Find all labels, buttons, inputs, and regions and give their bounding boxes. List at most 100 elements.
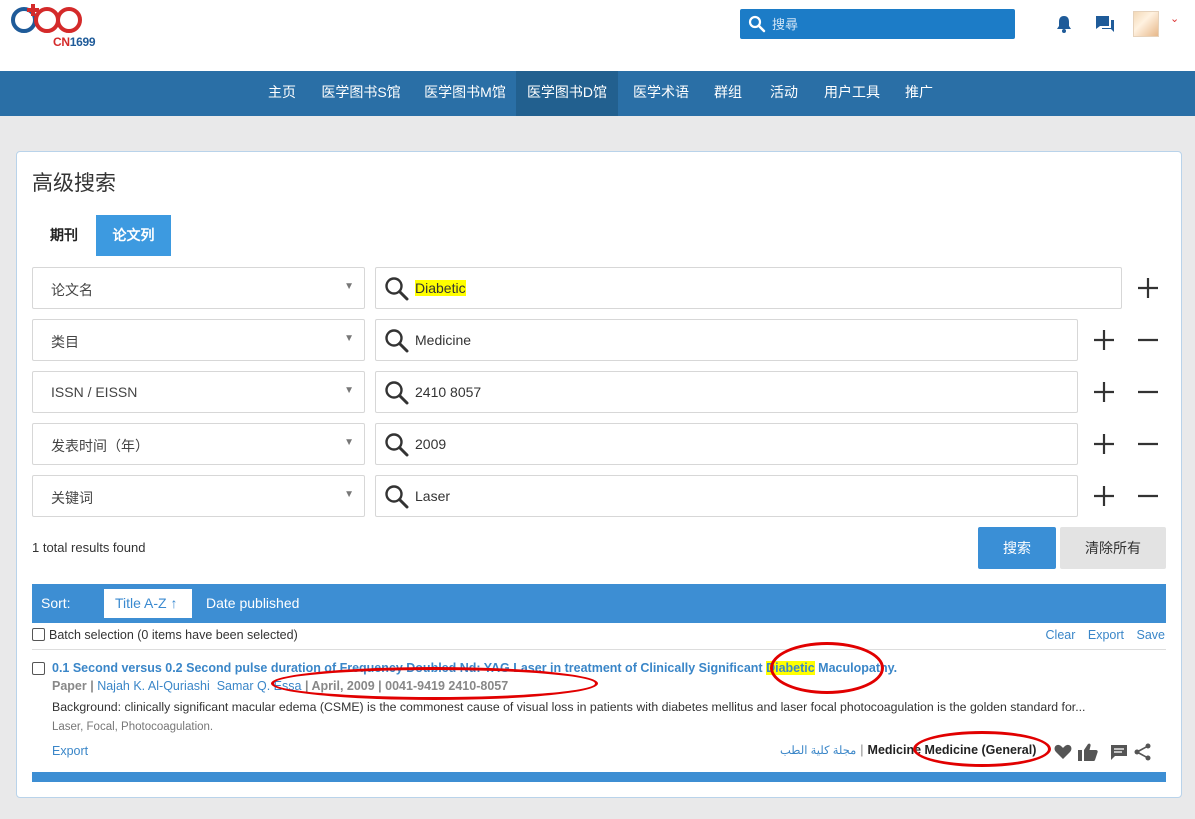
results-count: 1 total results found [32,540,146,555]
batch-checkbox[interactable] [32,628,45,641]
field-select-label: 发表时间（年） [51,438,149,454]
thumbs-up-icon[interactable] [1077,742,1099,762]
result-keywords: Laser, Focal, Photocoagulation. [52,721,214,733]
search-icon [385,329,409,353]
field-select-label: 论文名 [51,282,93,298]
nav-user-tools[interactable]: 用户工具 [817,71,887,116]
add-row-icon[interactable] [1091,379,1117,405]
criteria-row: ISSN / EISSN ▼ 2410 8057 [32,371,1166,413]
field-select[interactable]: ISSN / EISSN ▼ [32,371,365,413]
criteria-row: 关键词 ▼ Laser [32,475,1166,517]
search-icon [385,277,409,301]
bell-icon[interactable] [1055,14,1073,34]
user-avatar[interactable] [1133,11,1159,37]
add-row-icon[interactable] [1091,431,1117,457]
criteria-row: 发表时间（年） ▼ 2009 [32,423,1166,465]
field-select[interactable]: 论文名 ▼ [32,267,365,309]
main-nav: 主页 医学图书S馆 医学图书M馆 医学图书D馆 医学术语 群组 活动 用户工具 … [0,71,1195,116]
arrow-up-icon: ↑ [170,595,178,611]
save-link[interactable]: Save [1137,628,1166,642]
remove-row-icon[interactable] [1135,327,1161,353]
criteria-row: 类目 ▼ Medicine [32,319,1166,361]
search-icon [385,485,409,509]
criteria-input[interactable]: Diabetic [375,267,1122,309]
results-bottom-bar [32,772,1166,782]
field-select[interactable]: 类目 ▼ [32,319,365,361]
remove-row-icon[interactable] [1135,379,1161,405]
annotation-ellipse [913,731,1051,767]
criteria-value: Diabetic [415,280,466,296]
field-select-label: 关键词 [51,490,93,506]
add-row-icon[interactable] [1135,275,1161,301]
field-select-label: ISSN / EISSN [51,384,138,400]
global-search[interactable] [740,9,1015,39]
global-search-input[interactable] [772,13,1007,35]
sort-label: Sort: [41,595,71,611]
page-title: 高级搜索 [32,172,116,195]
field-select[interactable]: 关键词 ▼ [32,475,365,517]
export-link[interactable]: Export [1088,628,1124,642]
criteria-input[interactable]: 2410 8057 [375,371,1078,413]
tab-journal[interactable]: 期刊 [33,215,95,256]
tab-papers[interactable]: 论文列 [96,215,171,256]
criteria-input[interactable]: Medicine [375,319,1078,361]
annotation-ellipse [271,667,598,700]
nav-home[interactable]: 主页 [258,71,306,116]
criteria-input[interactable]: 2009 [375,423,1078,465]
nav-events[interactable]: 活动 [762,71,806,116]
search-button[interactable]: 搜索 [978,527,1056,569]
site-logo[interactable]: CN1699 [10,2,96,50]
add-row-icon[interactable] [1091,483,1117,509]
share-icon[interactable] [1133,742,1153,762]
batch-actions: Clear Export Save [1037,628,1165,642]
nav-library-m[interactable]: 医学图书M馆 [416,71,514,116]
search-icon [748,15,766,33]
batch-selection: Batch selection (0 items have been selec… [32,628,298,642]
journal-link[interactable]: مجلة كلية الطب [780,745,856,757]
add-row-icon[interactable] [1091,327,1117,353]
chevron-down-icon: ▼ [344,489,354,500]
remove-row-icon[interactable] [1135,431,1161,457]
chevron-down-icon[interactable]: ⌄ [1170,12,1179,25]
clear-link[interactable]: Clear [1046,628,1076,642]
messages-icon[interactable] [1094,14,1116,34]
sort-bar: Sort: Title A-Z ↑ Date published [32,584,1166,623]
criteria-value: Medicine [415,332,472,348]
sort-date-published[interactable]: Date published [206,595,299,611]
chevron-down-icon: ▼ [344,281,354,292]
nav-groups[interactable]: 群组 [706,71,750,116]
nav-library-s[interactable]: 医学图书S馆 [312,71,410,116]
heart-icon[interactable] [1053,742,1073,762]
field-select[interactable]: 发表时间（年） ▼ [32,423,365,465]
search-icon [385,381,409,405]
sort-title-az[interactable]: Title A-Z ↑ [104,589,192,618]
field-select-label: 类目 [51,334,79,350]
nav-promote[interactable]: 推广 [897,71,941,116]
advanced-search-card: 高级搜索 期刊 论文列 论文名 ▼ Diabetic 类目 ▼ Medicine… [16,151,1182,798]
result-abstract: Background: clinically significant macul… [52,700,1086,714]
header: CN1699 ⌄ [0,0,1195,71]
nav-library-d[interactable]: 医学图书D馆 [516,71,618,116]
criteria-input[interactable]: Laser [375,475,1078,517]
nav-terminology[interactable]: 医学术语 [626,71,696,116]
chevron-down-icon: ▼ [344,437,354,448]
batch-label: Batch selection (0 items have been selec… [49,628,298,642]
criteria-row: 论文名 ▼ Diabetic [32,267,1166,309]
comment-icon[interactable] [1109,742,1129,762]
criteria-value: 2410 8057 [415,384,482,400]
result-checkbox[interactable] [32,662,45,675]
search-icon [385,433,409,457]
result-type: Paper [52,679,87,693]
criteria-value: Laser [415,488,451,504]
chevron-down-icon: ▼ [344,333,354,344]
logo-text: CN1699 [53,35,96,49]
remove-row-icon[interactable] [1135,483,1161,509]
divider [32,649,1166,650]
chevron-down-icon: ▼ [344,385,354,396]
criteria-value: 2009 [415,436,447,452]
clear-all-button[interactable]: 清除所有 [1060,527,1166,569]
author-link[interactable]: Najah K. Al-Quriashi [97,679,210,693]
annotation-ellipse [770,642,884,694]
sort-title-label: Title A-Z [115,595,167,611]
result-export-link[interactable]: Export [52,744,88,758]
